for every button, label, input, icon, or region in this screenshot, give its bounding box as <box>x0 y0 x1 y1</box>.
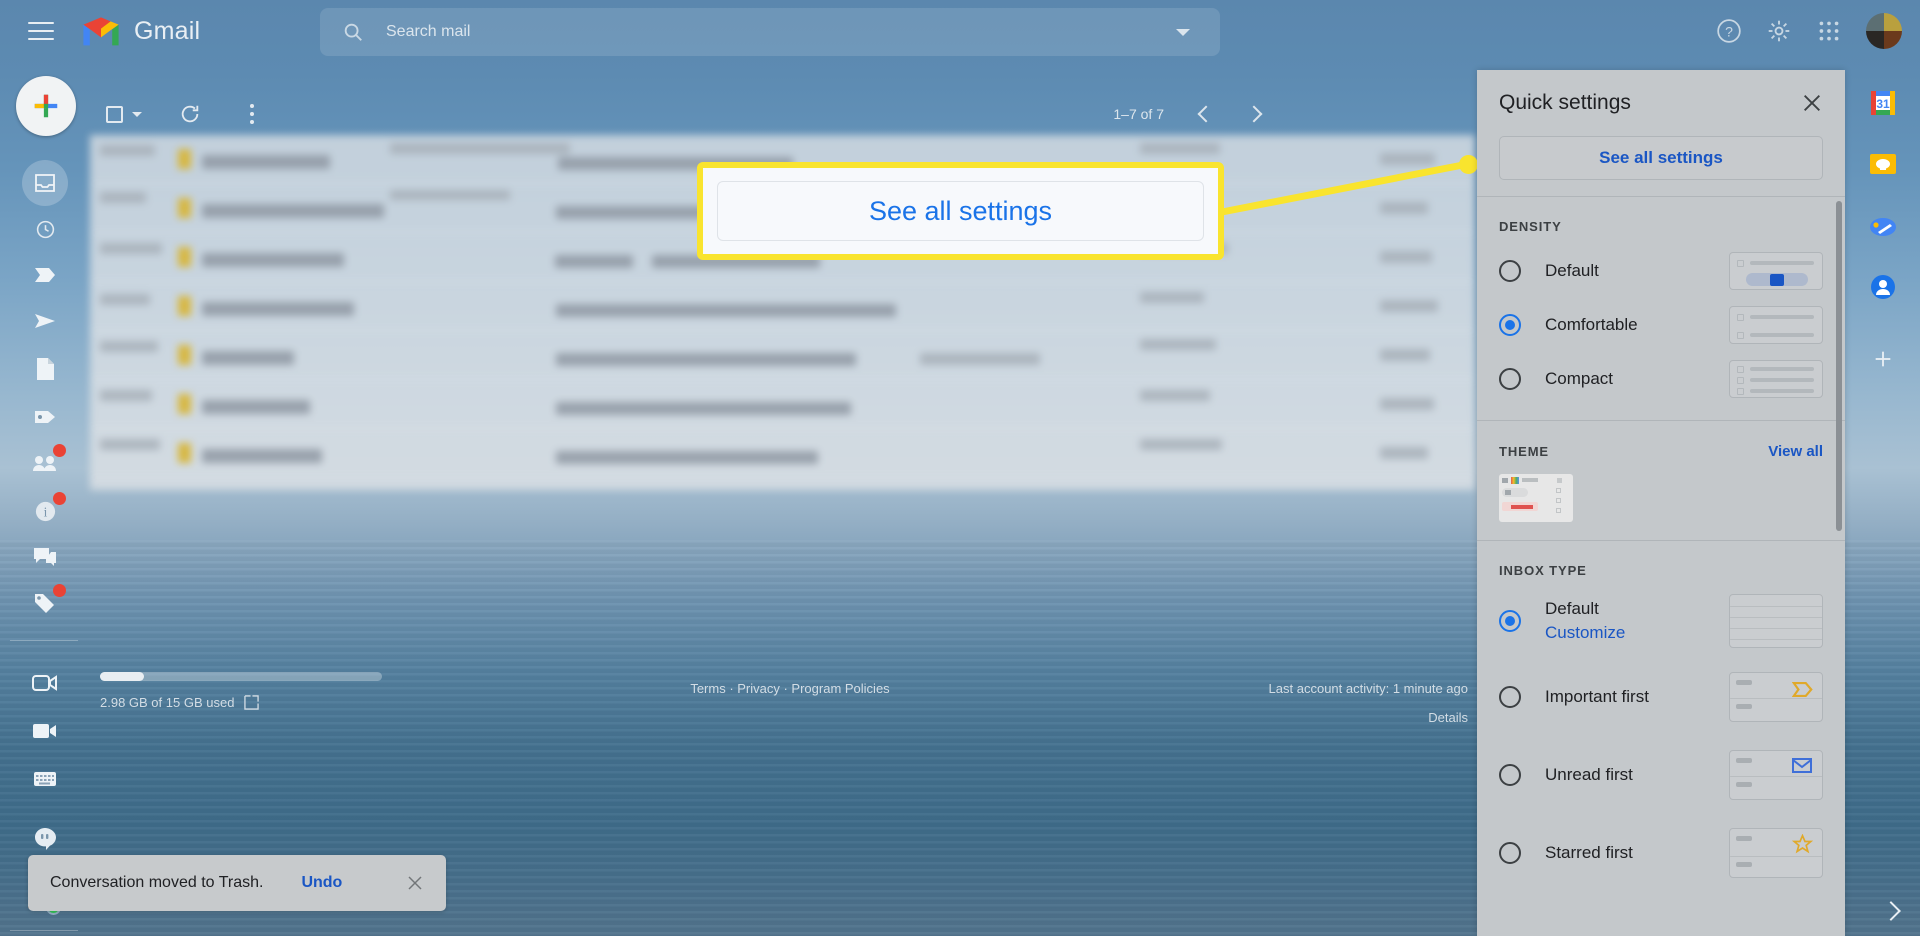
rightrail-item-contacts[interactable] <box>1868 272 1898 302</box>
inbox-default-label: Default <box>1545 599 1599 618</box>
svg-text:31: 31 <box>1876 97 1890 111</box>
quick-settings-body: DENSITY Default Comfortable Compact THEM… <box>1477 197 1845 936</box>
density-comfortable-thumbnail <box>1729 306 1823 344</box>
inbox-starred-first-label: Starred first <box>1545 843 1633 862</box>
inbox-type-section-label: INBOX TYPE <box>1499 563 1587 578</box>
radio-inbox-default[interactable] <box>1499 610 1521 632</box>
inbox-important-first-label: Important first <box>1545 687 1649 706</box>
radio-inbox-important-first[interactable] <box>1499 686 1521 708</box>
toast-message: Conversation moved to Trash. <box>50 874 264 891</box>
gmail-app-window: Gmail Search mail ? i 1–7 of 7 2.98 GB o… <box>0 0 1920 936</box>
close-icon[interactable] <box>406 874 424 892</box>
quick-settings-title: Quick settings <box>1499 91 1631 114</box>
density-compact-thumbnail <box>1729 360 1823 398</box>
close-icon[interactable] <box>1801 92 1823 114</box>
undo-toast: Conversation moved to Trash. Undo <box>28 855 446 911</box>
see-all-settings-callout[interactable]: See all settings <box>697 162 1224 260</box>
plus-icon <box>1875 351 1891 367</box>
envelope-icon <box>1792 758 1812 773</box>
radio-density-default[interactable] <box>1499 260 1521 282</box>
rightrail-item-tasks[interactable] <box>1868 212 1898 242</box>
density-option-comfortable[interactable]: Comfortable <box>1477 298 1845 352</box>
inbox-type-option-unread-first[interactable]: Unread first <box>1477 736 1845 814</box>
theme-section-label: THEME View all <box>1477 421 1845 470</box>
density-default-thumbnail <box>1729 252 1823 290</box>
density-comfortable-label: Comfortable <box>1545 315 1638 334</box>
important-arrow-icon <box>1792 681 1813 698</box>
inbox-important-first-thumbnail <box>1729 672 1823 722</box>
see-all-settings-callout-label: See all settings <box>868 195 1053 226</box>
google-contacts-icon <box>1871 275 1895 299</box>
inbox-default-thumbnail <box>1729 594 1823 648</box>
expand-side-panel-chevron-right-icon[interactable] <box>1881 901 1901 921</box>
rightrail-item-keep[interactable] <box>1868 150 1898 180</box>
google-tasks-icon <box>1870 218 1896 236</box>
right-side-panel-rail: 31 <box>1845 62 1920 936</box>
density-compact-label: Compact <box>1545 369 1614 388</box>
quick-settings-panel: Quick settings See all settings DENSITY … <box>1477 70 1845 936</box>
toast-undo-button[interactable]: Undo <box>301 874 342 892</box>
inbox-unread-first-label: Unread first <box>1545 765 1633 784</box>
density-option-default[interactable]: Default <box>1477 244 1845 298</box>
see-all-settings-label: See all settings <box>1599 148 1723 167</box>
inbox-unread-first-thumbnail <box>1729 750 1823 800</box>
star-icon <box>1792 834 1813 854</box>
rightrail-item-calendar[interactable]: 31 <box>1868 88 1898 118</box>
theme-view-all-link[interactable]: View all <box>1768 443 1823 460</box>
callout-endpoint-dot <box>1459 155 1478 174</box>
inbox-type-option-important-first[interactable]: Important first <box>1477 658 1845 736</box>
theme-preview-thumbnail[interactable] <box>1499 474 1573 522</box>
inbox-starred-first-thumbnail <box>1729 828 1823 878</box>
panel-scrollbar[interactable] <box>1836 201 1842 531</box>
radio-density-compact[interactable] <box>1499 368 1521 390</box>
inbox-default-customize-link[interactable]: Customize <box>1545 623 1625 643</box>
google-keep-icon <box>1870 154 1896 174</box>
inbox-type-option-default[interactable]: Default Customize <box>1477 588 1845 658</box>
density-option-compact[interactable]: Compact <box>1477 352 1845 406</box>
rightrail-item-get-addons[interactable] <box>1868 344 1898 374</box>
quick-settings-header: Quick settings <box>1477 70 1845 136</box>
radio-inbox-unread-first[interactable] <box>1499 764 1521 786</box>
radio-density-comfortable[interactable] <box>1499 314 1521 336</box>
inbox-type-option-starred-first[interactable]: Starred first <box>1477 814 1845 892</box>
see-all-settings-button[interactable]: See all settings <box>1499 136 1823 180</box>
google-calendar-icon: 31 <box>1871 91 1895 115</box>
density-section-label: DENSITY <box>1499 219 1562 234</box>
radio-inbox-starred-first[interactable] <box>1499 842 1521 864</box>
density-default-label: Default <box>1545 261 1599 280</box>
theme-label-text: THEME <box>1499 444 1549 459</box>
see-all-settings-callout-button[interactable]: See all settings <box>717 181 1204 241</box>
